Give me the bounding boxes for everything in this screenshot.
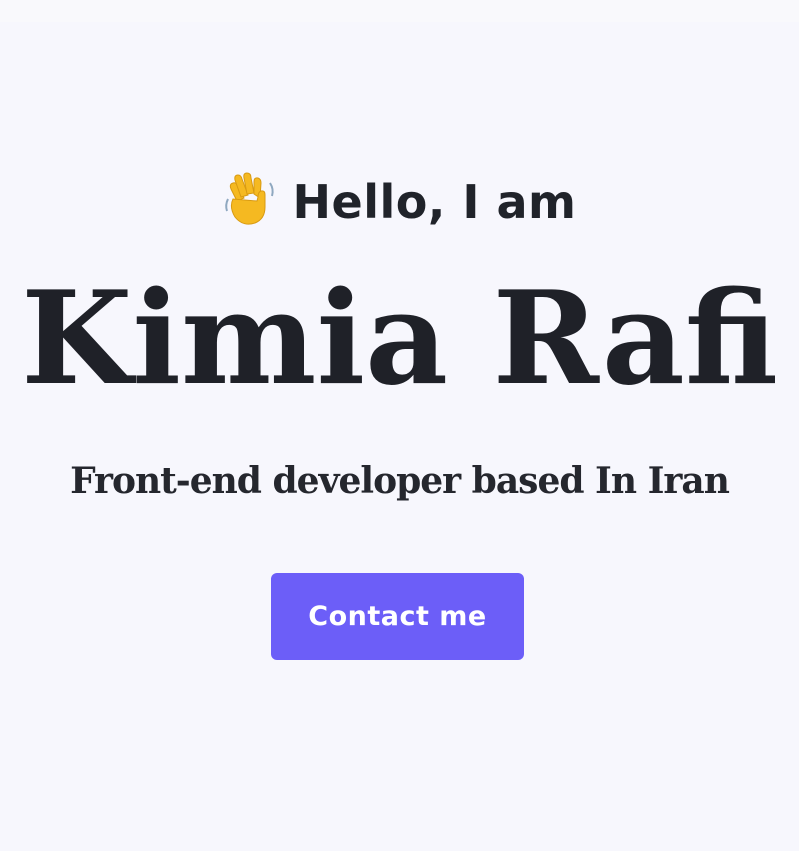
greeting: Hello, I am	[0, 168, 799, 232]
greeting-text: Hello, I am	[292, 175, 577, 229]
hero-section: Hello, I am Kimia Rafi Front-end develop…	[0, 0, 799, 851]
hero-subtitle: Front-end developer based In Iran	[70, 460, 730, 502]
contact-me-button[interactable]: Contact me	[271, 573, 524, 660]
waving-hand-icon	[223, 171, 277, 229]
hero-name: Kimia Rafi	[21, 264, 778, 414]
